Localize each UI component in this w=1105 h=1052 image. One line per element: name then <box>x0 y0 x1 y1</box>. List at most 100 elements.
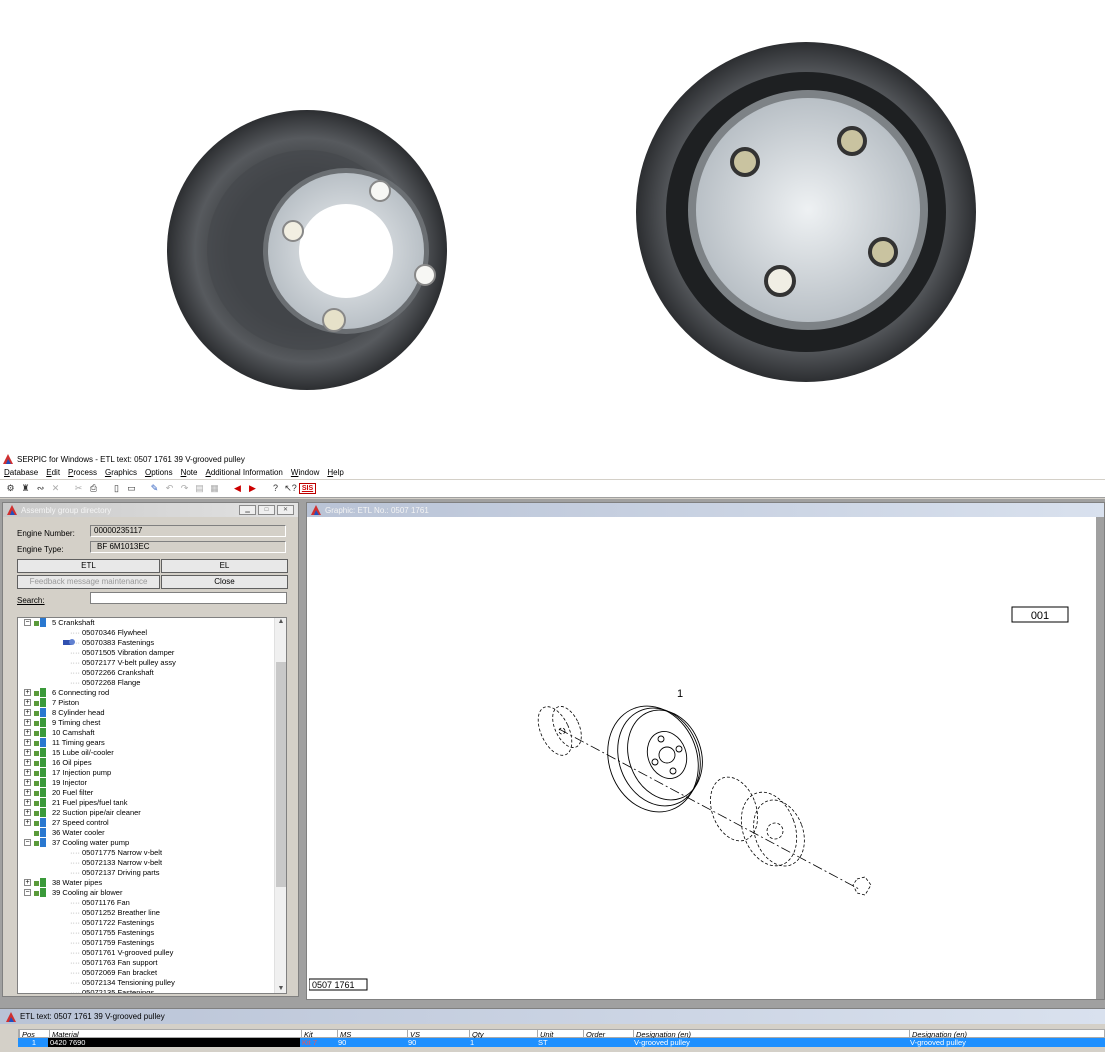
tree-group-node[interactable]: +19 Injector <box>18 778 286 788</box>
tree-item-node[interactable]: ···· 05071763 Fan support <box>18 958 286 968</box>
etl-button[interactable]: ETL <box>17 559 160 573</box>
tree-item-node[interactable]: ···· 05071505 Vibration damper <box>18 648 286 658</box>
exploded-drawing[interactable]: 001 1 0507 1761 <box>309 519 1097 997</box>
tree-item-node[interactable]: ···· 05071761 V-grooved pulley <box>18 948 286 958</box>
expand-icon[interactable]: + <box>24 739 31 746</box>
tree-group-node[interactable]: +10 Camshaft <box>18 728 286 738</box>
tree-item-node[interactable]: ···· 05072135 Fastenings <box>18 988 286 993</box>
expand-icon[interactable]: + <box>24 719 31 726</box>
collapse-icon[interactable]: − <box>24 619 31 626</box>
tree-item-node[interactable]: ···· 05071775 Narrow v-belt <box>18 848 286 858</box>
arrow-right-icon[interactable]: ▶ <box>246 482 259 495</box>
tree-item-node[interactable]: ···· 05071759 Fastenings <box>18 938 286 948</box>
tree-group-node[interactable]: +38 Water pipes <box>18 878 286 888</box>
tree-group-node[interactable]: − 39 Cooling air blower <box>18 888 286 898</box>
expand-icon[interactable]: + <box>24 779 31 786</box>
tree-item-node[interactable]: ···· 05072069 Fan bracket <box>18 968 286 978</box>
scroll-thumb[interactable] <box>276 662 286 887</box>
link-icon[interactable]: ∾ <box>34 482 47 495</box>
expand-icon[interactable]: + <box>24 689 31 696</box>
scroll-up-icon[interactable]: ▲ <box>275 618 286 628</box>
grid-icon[interactable]: ▦ <box>208 482 221 495</box>
menu-additional-information[interactable]: Additional Information <box>205 468 282 477</box>
tree-group-node[interactable]: +27 Speed control <box>18 818 286 828</box>
graphic-scrollbar[interactable] <box>1096 517 1104 999</box>
tree-scrollbar[interactable]: ▲ ▼ <box>274 618 286 993</box>
expand-icon[interactable]: + <box>24 819 31 826</box>
feedback-message-button[interactable]: Feedback message maintenance <box>17 575 160 589</box>
print-icon[interactable]: ⎙ <box>87 482 100 495</box>
close-window-button[interactable]: ✕ <box>277 505 294 515</box>
tree-group-node[interactable]: +7 Piston <box>18 698 286 708</box>
tree-item-node[interactable]: ···· 05071252 Breather line <box>18 908 286 918</box>
tree-item-node[interactable]: ···· 05071722 Fastenings <box>18 918 286 928</box>
tree-group-node[interactable]: +6 Connecting rod <box>18 688 286 698</box>
tree-group-node[interactable]: +22 Suction pipe/air cleaner <box>18 808 286 818</box>
menu-help[interactable]: Help <box>327 468 343 477</box>
tree-group-node[interactable]: − 5 Crankshaft <box>18 618 286 628</box>
tree-group-node[interactable]: +11 Timing gears <box>18 738 286 748</box>
expand-icon[interactable]: + <box>24 809 31 816</box>
tree-item-node[interactable]: ···· 05072137 Driving parts <box>18 868 286 878</box>
maximize-button[interactable]: □ <box>258 505 275 515</box>
expand-icon[interactable]: + <box>24 709 31 716</box>
menu-graphics[interactable]: Graphics <box>105 468 137 477</box>
collapse-icon[interactable]: − <box>24 889 31 896</box>
tree-item-node[interactable]: ···· 05072266 Crankshaft <box>18 668 286 678</box>
expand-icon[interactable]: + <box>24 729 31 736</box>
tree-item-node[interactable]: ···· 05072177 V-belt pulley assy <box>18 658 286 668</box>
undo-icon[interactable]: ↶ <box>163 482 176 495</box>
tree-group-node[interactable]: +21 Fuel pipes/fuel tank <box>18 798 286 808</box>
new-document-icon[interactable]: ▯ <box>110 482 123 495</box>
part-icon[interactable]: ♜ <box>19 482 32 495</box>
draw-icon[interactable]: ✎ <box>148 482 161 495</box>
delete-icon[interactable]: ✕ <box>49 482 62 495</box>
minimize-button[interactable]: ▁ <box>239 505 256 515</box>
table-row[interactable]: 1 0420 7690 Kit 7 90 90 1 ST V-grooved p… <box>18 1038 1105 1047</box>
scroll-down-icon[interactable]: ▼ <box>275 985 286 993</box>
menu-process[interactable]: Process <box>68 468 97 477</box>
tree-group-node[interactable]: − 37 Cooling water pump <box>18 838 286 848</box>
assembly-tree[interactable]: −5 Crankshaft ···· 05070346 Flywheel ···· 05… <box>17 617 287 994</box>
menu-window[interactable]: Window <box>291 468 319 477</box>
menu-edit[interactable]: Edit <box>46 468 60 477</box>
menu-database[interactable]: Database <box>4 468 38 477</box>
tree-item-node[interactable]: ···· 05071176 Fan <box>18 898 286 908</box>
tree-group-node[interactable]: +9 Timing chest <box>18 718 286 728</box>
redo-icon[interactable]: ↷ <box>178 482 191 495</box>
assembly-titlebar: Assembly group directory ▁ □ ✕ <box>3 503 298 517</box>
tree-group-node[interactable]: +16 Oil pipes <box>18 758 286 768</box>
tree-item-node[interactable]: ···· 05070346 Flywheel <box>18 628 286 638</box>
expand-icon[interactable]: + <box>24 789 31 796</box>
tree-group-node[interactable]: +8 Cylinder head <box>18 708 286 718</box>
tree-group-node[interactable]: 36 Water cooler <box>18 828 286 838</box>
list-icon[interactable]: ▤ <box>193 482 206 495</box>
close-button[interactable]: Close <box>161 575 288 589</box>
expand-icon[interactable]: + <box>24 699 31 706</box>
sis-button[interactable]: SIS <box>299 483 316 494</box>
menu-note[interactable]: Note <box>181 468 198 477</box>
tree-group-node[interactable]: +15 Lube oil/-cooler <box>18 748 286 758</box>
expand-icon[interactable]: + <box>24 759 31 766</box>
search-input[interactable] <box>90 592 287 604</box>
el-button[interactable]: EL <box>161 559 288 573</box>
expand-icon[interactable]: + <box>24 799 31 806</box>
help-icon[interactable]: ? <box>269 482 282 495</box>
tree-item-node[interactable]: ···· 05072134 Tensioning pulley <box>18 978 286 988</box>
arrow-left-icon[interactable]: ◀ <box>231 482 244 495</box>
expand-icon[interactable]: + <box>24 769 31 776</box>
expand-icon[interactable]: + <box>24 749 31 756</box>
cut-icon[interactable]: ✂ <box>72 482 85 495</box>
tree-item-node[interactable]: ···· 05072268 Flange <box>18 678 286 688</box>
tree-group-node[interactable]: +17 Injection pump <box>18 768 286 778</box>
tree-item-node[interactable]: ···· 05070383 Fastenings <box>18 638 286 648</box>
tree-item-node[interactable]: ···· 05072133 Narrow v-belt <box>18 858 286 868</box>
expand-icon[interactable]: + <box>24 879 31 886</box>
open-folder-icon[interactable]: ▭ <box>125 482 138 495</box>
menu-options[interactable]: Options <box>145 468 173 477</box>
context-help-icon[interactable]: ↖? <box>284 482 297 495</box>
collapse-icon[interactable]: − <box>24 839 31 846</box>
engine-select-icon[interactable]: ⚙ <box>4 482 17 495</box>
tree-item-node[interactable]: ···· 05071755 Fastenings <box>18 928 286 938</box>
tree-group-node[interactable]: +20 Fuel filter <box>18 788 286 798</box>
